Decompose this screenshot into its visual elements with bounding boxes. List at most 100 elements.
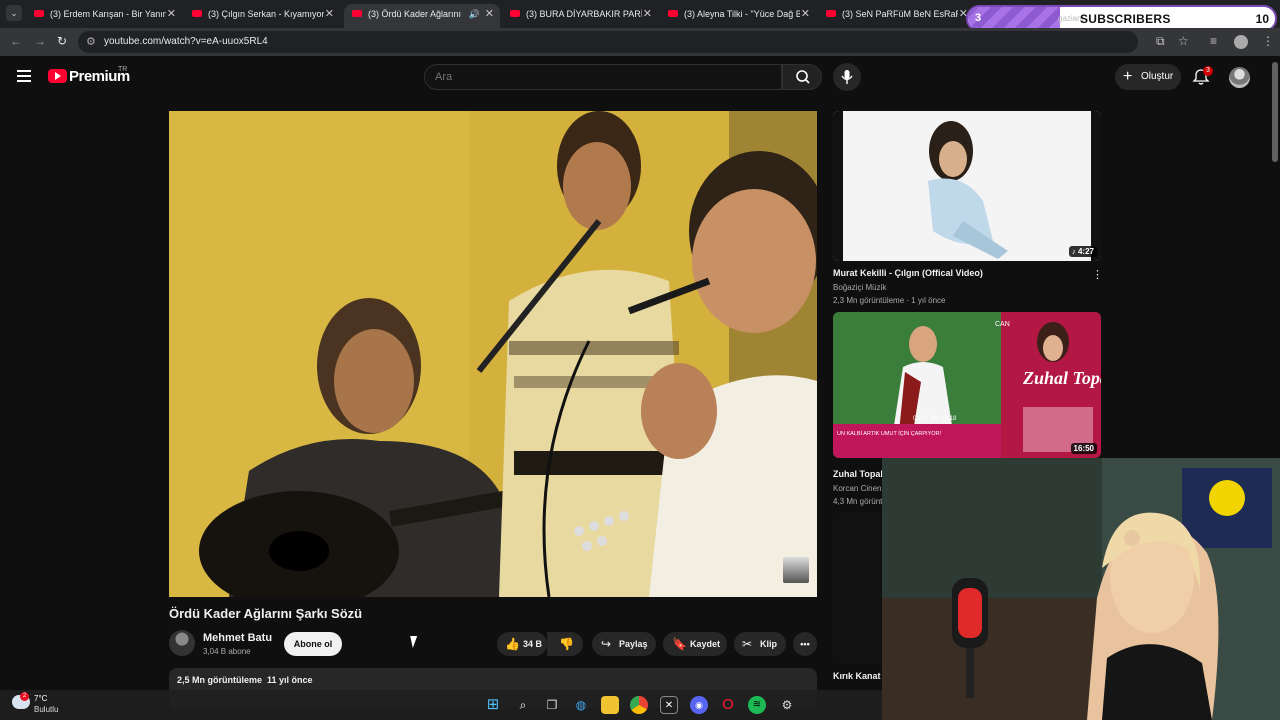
scrollbar-thumb[interactable]	[1272, 62, 1278, 162]
share-button[interactable]: ↪ Paylaş	[592, 632, 656, 656]
tab-title: (3) SeN PaRFüM BeN EsRaR Kö	[842, 9, 958, 19]
recommendation-title[interactable]: Zuhal Topal	[833, 469, 883, 479]
weather-condition[interactable]: Bulutlu	[34, 705, 58, 714]
share-label: Paylaş	[619, 639, 648, 649]
search-taskbar-icon[interactable]: ⌕	[514, 696, 532, 714]
voice-search-button[interactable]	[833, 63, 861, 91]
close-tab-icon[interactable]: ✕	[485, 4, 494, 24]
create-label: Oluştur	[1141, 71, 1174, 82]
view-count: 2,5 Mn görüntüleme	[177, 675, 263, 685]
youtube-logo-icon[interactable]	[48, 69, 67, 83]
tab-search-button[interactable]: ⌄	[6, 5, 22, 21]
windows-start-icon[interactable]: ⊞	[484, 696, 502, 714]
recommendation-channel[interactable]: Korcan Cinen	[833, 484, 881, 493]
x-app-icon[interactable]: ✕	[660, 696, 678, 714]
close-tab-icon[interactable]: ✕	[325, 4, 334, 24]
recommendation-title[interactable]: Kırık Kanat	[833, 671, 881, 681]
weather-temperature[interactable]: 7°C	[34, 694, 47, 703]
forward-arrow-icon[interactable]: →	[34, 34, 46, 48]
settings-gear-icon[interactable]: ⚙	[778, 696, 796, 714]
notification-badge: 3	[1203, 66, 1213, 76]
video-player[interactable]	[169, 111, 817, 597]
browser-tab[interactable]: (3) Aleyna Tilki - "Yüce Dağ Baş ✕	[660, 4, 816, 28]
install-app-icon[interactable]: ⧉	[1156, 34, 1165, 49]
recommendation-title[interactable]: Murat Kekilli - Çılgın (Offical Video)	[833, 268, 983, 278]
tab-title: (3) Aleyna Tilki - "Yüce Dağ Baş	[684, 9, 800, 19]
subscriber-progress-fill	[968, 7, 1061, 30]
browser-menu-icon[interactable]: ⋮	[1262, 34, 1274, 48]
chrome-browser-icon[interactable]	[630, 696, 648, 714]
channel-name[interactable]: Mehmet Batu	[203, 632, 272, 644]
video-duration: ♪ 4:27	[1068, 246, 1097, 257]
more-vertical-icon[interactable]: ⋮	[1092, 268, 1103, 281]
spotify-icon[interactable]: ≋	[748, 696, 766, 714]
site-info-icon[interactable]: ⚙	[86, 35, 96, 48]
reload-icon[interactable]: ↻	[57, 34, 67, 48]
subscriber-goal-target: 10	[1255, 12, 1269, 26]
plus-icon: +	[1123, 68, 1133, 85]
file-explorer-icon[interactable]	[601, 696, 619, 714]
tab-title: (3) BURA DİYARBAKIR PARİS E	[526, 9, 642, 19]
more-dots-icon: •••	[800, 639, 810, 649]
video-frame-image	[169, 111, 817, 597]
youtube-favicon-icon	[192, 10, 202, 17]
channel-avatar[interactable]	[169, 630, 195, 656]
subscriber-goal-label: SUBSCRIBERS	[1080, 12, 1171, 26]
windows-taskbar: 2 7°C Bulutlu ⊞ ⌕ ❐ ◍ ✕ ◉ O ≋ ⚙	[0, 690, 882, 720]
recommendation-meta: 4,3 Mn görüntü	[833, 497, 887, 506]
browser-tab[interactable]: (3) Erdem Karışan - Bir Yanımda ✕	[26, 4, 182, 28]
svg-text:0 212 300 18 18: 0 212 300 18 18	[913, 416, 957, 422]
dislike-button[interactable]: 👎	[547, 632, 583, 656]
url-text[interactable]: youtube.com/watch?v=eA-uuox5RL4	[104, 36, 268, 47]
back-arrow-icon[interactable]: ←	[10, 34, 22, 48]
tab-title: (3) Ördü Kader Ağlarını Şarkı	[368, 9, 464, 19]
search-button[interactable]	[782, 64, 822, 90]
tab-title: (3) Erdem Karışan - Bir Yanımda	[50, 9, 166, 19]
youtube-favicon-icon	[668, 10, 678, 17]
browser-tab[interactable]: (3) SeN PaRFüM BeN EsRaR Kö ✕	[818, 4, 974, 28]
profile-avatar-icon[interactable]	[1234, 35, 1248, 49]
scissors-icon: ✂	[742, 637, 753, 651]
opera-icon[interactable]: O	[719, 696, 737, 714]
search-icon	[796, 70, 810, 84]
browser-tab[interactable]: (3) BURA DİYARBAKIR PARİS E ✕	[502, 4, 658, 28]
audio-playing-icon[interactable]: 🔊	[469, 4, 480, 24]
more-actions-button[interactable]: •••	[793, 632, 817, 656]
save-button[interactable]: 🔖 Kaydet	[663, 632, 727, 656]
save-label: Kaydet	[690, 639, 721, 649]
svg-text:UN KALBİ ARTIK UMUT İÇİN ÇARPI: UN KALBİ ARTIK UMUT İÇİN ÇARPIYOR!	[837, 430, 941, 437]
like-button[interactable]: 👍 34 B	[497, 632, 547, 656]
microphone-icon	[841, 70, 853, 84]
close-tab-icon[interactable]: ✕	[801, 4, 810, 24]
task-view-icon[interactable]: ❐	[543, 696, 561, 714]
search-input[interactable]	[424, 64, 782, 90]
recommendation-channel[interactable]: Boğaziçi Müzik	[833, 283, 886, 292]
address-bar[interactable]: ⚙ youtube.com/watch?v=eA-uuox5RL4	[78, 31, 1138, 53]
recommendation-thumbnail[interactable]: ♪ 4:27	[833, 111, 1101, 261]
thumbs-down-icon: 👎	[559, 637, 574, 651]
close-tab-icon[interactable]: ✕	[643, 4, 652, 24]
hamburger-menu-icon[interactable]	[17, 70, 31, 82]
recommendation-thumbnail[interactable]: Zuhal Topal'la CAN 0 212 300 18 18 UN KA…	[833, 312, 1101, 458]
browser-tab-active[interactable]: (3) Ördü Kader Ağlarını Şarkı 🔊 ✕	[344, 4, 500, 28]
like-count: 34 B	[523, 639, 543, 649]
region-code: TR	[118, 66, 128, 73]
video-duration: 16:50	[1070, 443, 1097, 454]
youtube-favicon-icon	[352, 10, 362, 17]
discord-icon[interactable]: ◉	[690, 696, 708, 714]
svg-text:CAN: CAN	[995, 321, 1010, 328]
youtube-favicon-icon	[510, 10, 520, 17]
media-controls-icon[interactable]: ≡	[1210, 34, 1217, 48]
clip-button[interactable]: ✂ Klip	[734, 632, 786, 656]
youtube-favicon-icon	[34, 10, 44, 17]
account-avatar[interactable]	[1229, 67, 1250, 88]
streamer-webcam	[882, 458, 1280, 720]
close-tab-icon[interactable]: ✕	[167, 4, 176, 24]
channel-watermark[interactable]	[783, 557, 809, 583]
subscribe-button[interactable]: Abone ol	[284, 632, 342, 656]
browser-tab[interactable]: (3) Çılgın Serkan - Kıyamıyorum ✕	[184, 4, 340, 28]
edge-browser-icon[interactable]: ◍	[572, 696, 590, 714]
create-button[interactable]: + Oluştur	[1115, 64, 1181, 90]
bookmark-star-icon[interactable]: ☆	[1178, 34, 1189, 48]
channel-subscriber-count: 3,04 B abone	[203, 647, 251, 656]
